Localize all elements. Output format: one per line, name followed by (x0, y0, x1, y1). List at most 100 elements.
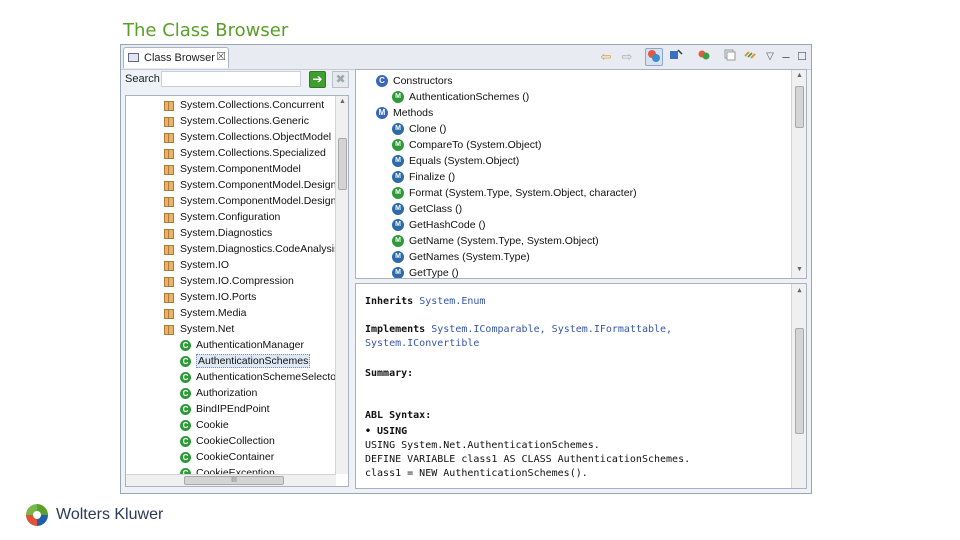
tree-item-label: System.IO.Compression (180, 275, 294, 287)
member-group-icon: C (376, 75, 388, 87)
class-icon: C (180, 436, 191, 447)
documentation-pane: Inherits System.Enum Implements System.I… (355, 283, 807, 489)
tree-hscroll-thumb[interactable]: III (184, 476, 284, 485)
namespace-icon (164, 165, 174, 175)
code-line-2: DEFINE VARIABLE class1 AS CLASS Authenti… (365, 454, 691, 465)
view-icon (128, 53, 139, 62)
namespace-icon (164, 181, 174, 191)
namespace-icon (164, 101, 174, 111)
scroll-up-icon[interactable]: ▲ (792, 72, 806, 79)
namespace-icon (164, 325, 174, 335)
namespace-icon (164, 213, 174, 223)
members-scroll-thumb[interactable] (795, 86, 804, 128)
method-icon: M (392, 267, 404, 278)
brand-name: Wolters Kluwer (56, 506, 164, 523)
member-label: GetNames (System.Type) (409, 251, 530, 263)
tree-item-label: System.Configuration (180, 211, 281, 223)
method-icon: M (392, 155, 404, 167)
show-inherited-icon[interactable] (645, 48, 663, 66)
copy-icon[interactable] (721, 48, 739, 66)
class-icon: C (180, 420, 191, 431)
namespace-icon (164, 293, 174, 303)
method-icon: M (392, 235, 404, 247)
scroll-up-icon[interactable]: ▲ (336, 98, 348, 105)
tree-item-label: CookieContainer (196, 451, 275, 463)
summary-label: Summary: (365, 368, 414, 379)
tab-class-browser[interactable]: Class Browser ☒ (123, 47, 229, 68)
sort-members-icon[interactable] (667, 48, 685, 66)
namespace-icon (164, 133, 174, 143)
method-icon: M (392, 251, 404, 263)
tree-item-label: Authorization (196, 387, 258, 399)
doc-vertical-scrollbar[interactable]: ▲ (791, 284, 806, 488)
namespace-icon (164, 261, 174, 271)
tree-item-label: AuthenticationManager (196, 339, 304, 351)
inherits-link[interactable]: System.Enum (419, 296, 485, 307)
method-icon: M (392, 187, 404, 199)
tree-item-label: System.ComponentModel.Design (180, 195, 337, 207)
doc-scroll-thumb[interactable] (795, 328, 804, 434)
using-label: • USING (365, 426, 408, 437)
tree-item-label: System.Collections.Generic (180, 115, 309, 127)
tree-item-label: System.Collections.ObjectModel (180, 131, 332, 143)
member-label: AuthenticationSchemes () (409, 91, 530, 103)
member-label: Clone () (409, 123, 447, 135)
search-go-button[interactable]: ➔ (309, 71, 326, 88)
scroll-up-icon[interactable]: ▲ (792, 286, 806, 294)
member-label: Finalize () (409, 171, 456, 183)
tree-horizontal-scrollbar[interactable]: III (126, 474, 336, 486)
namespace-icon (164, 229, 174, 239)
implements-line: Implements System.IComparable, System.IF… (365, 324, 672, 335)
slide-title: The Class Browser (123, 20, 289, 41)
tree-vertical-scrollbar[interactable]: ▲ (335, 96, 348, 474)
back-icon[interactable]: ⇦ (597, 48, 615, 66)
namespace-icon (164, 149, 174, 159)
link-with-editor-icon[interactable] (741, 48, 759, 66)
tree-item-label: BindIPEndPoint (196, 403, 270, 415)
implements-link-3[interactable]: System.IConvertible (365, 338, 479, 349)
tree-item-label: System.Collections.Specialized (180, 147, 326, 159)
tree-item-label: Cookie (196, 419, 229, 431)
member-label: Methods (393, 107, 434, 119)
namespace-icon (164, 197, 174, 207)
namespace-tree: System.Collections.Concurrent System.Coll… (125, 95, 349, 487)
code-line-3: class1 = NEW AuthenticationSchemes(). (365, 468, 588, 479)
implements-label: Implements (365, 324, 426, 335)
search-input[interactable] (161, 71, 301, 87)
search-clear-button[interactable]: ✖ (332, 71, 349, 88)
tree-item-label: AuthenticationSchemeSelector (196, 371, 340, 383)
inherits-line: Inherits System.Enum (365, 296, 485, 307)
class-icon: C (180, 356, 191, 367)
member-group-icon: M (376, 107, 388, 119)
tree-item-label: System.IO (180, 259, 230, 271)
scroll-down-icon[interactable]: ▼ (792, 266, 806, 273)
class-browser-window: Class Browser ☒ ⇦ ⇨ ▽ – ☐ Search ➔ ✖ Sys… (120, 44, 812, 494)
tree-item-label: System.Collections.Concurrent (180, 99, 325, 111)
implements-link-2[interactable]: System.IFormattable, (552, 324, 672, 335)
method-icon: M (392, 203, 404, 215)
class-icon: C (180, 388, 191, 399)
member-label: GetHashCode () (409, 219, 486, 231)
tree-item-label: System.ComponentModel (180, 163, 301, 175)
member-label: Constructors (393, 75, 453, 87)
implements-link-1[interactable]: System.IComparable, (431, 324, 545, 335)
maximize-icon[interactable]: ☐ (793, 48, 811, 66)
filter-icon[interactable] (695, 48, 713, 66)
code-line-1: USING System.Net.AuthenticationSchemes. (365, 440, 600, 451)
implements-line-2: System.IConvertible (365, 338, 479, 349)
tree-scroll-thumb[interactable] (338, 138, 347, 190)
tree-item-label: AuthenticationSchemes (196, 354, 311, 368)
tree-item-label: CookieCollection (196, 435, 275, 447)
namespace-icon (164, 277, 174, 287)
close-icon[interactable]: ☒ (216, 50, 226, 63)
class-icon: C (180, 404, 191, 415)
class-icon: C (180, 340, 191, 351)
member-label: Format (System.Type, System.Object, char… (409, 187, 637, 199)
constructor-icon: M (392, 91, 404, 103)
member-label: GetName (System.Type, System.Object) (409, 235, 599, 247)
wolters-kluwer-logo (26, 504, 48, 526)
member-label: GetType () (409, 267, 459, 279)
forward-icon[interactable]: ⇨ (618, 48, 636, 66)
members-vertical-scrollbar[interactable]: ▲ ▼ (791, 70, 806, 278)
method-icon: M (392, 219, 404, 231)
